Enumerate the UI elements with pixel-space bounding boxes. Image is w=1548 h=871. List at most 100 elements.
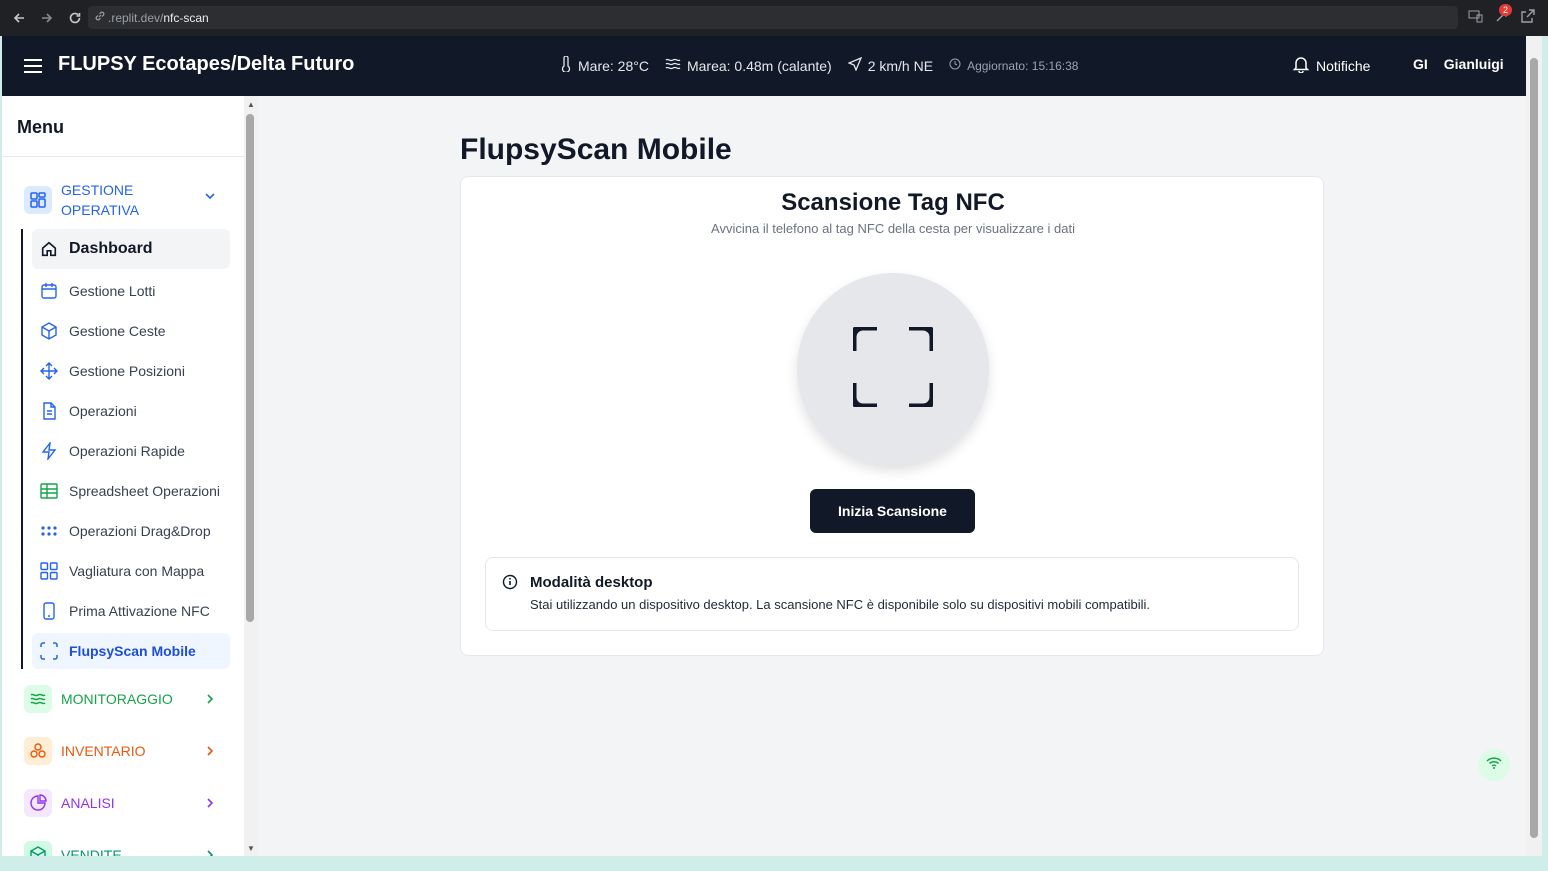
table-icon <box>40 482 58 500</box>
move-icon <box>40 362 58 380</box>
app-title: FLUPSY Ecotapes/Delta Futuro <box>58 53 355 75</box>
card-title: Scansione Tag NFC <box>781 189 1005 216</box>
sidebar-item-label: Operazioni <box>69 403 137 419</box>
connection-status-button[interactable] <box>1478 749 1510 781</box>
waves-icon <box>665 57 681 74</box>
desktop-mode-alert: Modalità desktop Stai utilizzando un dis… <box>485 557 1299 631</box>
last-updated: Aggiornato: 15:16:38 <box>967 58 1079 73</box>
group-label: ANALISI <box>61 795 115 811</box>
page-title: FlupsyScan Mobile <box>460 133 732 166</box>
boxes-icon <box>24 737 52 765</box>
chevron-right-icon[interactable] <box>204 849 216 856</box>
lightning-icon <box>40 442 58 460</box>
tools-icon[interactable]: 2 <box>1494 4 1512 29</box>
scroll-down-icon[interactable]: ▼ <box>245 844 257 854</box>
chevron-right-icon[interactable] <box>204 797 216 812</box>
notifications-label: Notifiche <box>1316 57 1371 74</box>
sidebar-item-label: Prima Attivazione NFC <box>69 603 210 619</box>
sidebar-item-dashboard[interactable]: Dashboard <box>32 229 230 269</box>
layout-grid-icon <box>24 186 52 214</box>
sidebar-heading: Menu <box>2 96 257 157</box>
sidebar-item-operazioni[interactable]: Operazioni <box>32 393 230 429</box>
group-analisi[interactable]: ANALISI <box>24 789 115 817</box>
wifi-icon <box>1486 756 1502 775</box>
scan-area[interactable] <box>797 273 989 465</box>
scan-icon <box>40 642 58 660</box>
group-vendite[interactable]: VENDITE <box>24 841 122 856</box>
main-content: FlupsyScan Mobile Scansione Tag NFC Avvi… <box>260 96 1526 856</box>
sidebar-item-operazioni-rapide[interactable]: Operazioni Rapide <box>32 433 230 469</box>
user-menu[interactable]: GI Gianluigi <box>1413 56 1504 72</box>
chevron-down-icon[interactable] <box>204 190 216 205</box>
info-icon <box>502 574 518 595</box>
tide-level: Marea: 0.48m (calante) <box>686 57 832 74</box>
sidebar-item-label: Spreadsheet Operazioni <box>69 483 220 499</box>
start-scan-button[interactable]: Inizia Scansione <box>810 489 975 533</box>
devices-icon[interactable] <box>1468 8 1484 29</box>
group-monitoraggio[interactable]: MONITORAGGIO <box>24 685 173 713</box>
app-window: FLUPSY Ecotapes/Delta Futuro Mare: 28°C … <box>2 36 1526 856</box>
url-host: .replit.dev/ <box>108 10 164 25</box>
sidebar-item-prima-attivazione-nfc[interactable]: Prima Attivazione NFC <box>32 593 230 629</box>
file-text-icon <box>40 402 58 420</box>
address-bar[interactable]: .replit.dev/nfc-scan <box>88 6 1458 29</box>
group-label: MONITORAGGIO <box>61 691 173 707</box>
sidebar-item-gestione-posizioni[interactable]: Gestione Posizioni <box>32 353 230 389</box>
sidebar-item-label: Operazioni Rapide <box>69 443 185 459</box>
bell-icon <box>1292 55 1310 76</box>
sidebar-item-vagliatura-mappa[interactable]: Vagliatura con Mappa <box>32 553 230 589</box>
thermometer-icon <box>560 55 572 75</box>
sidebar-item-label: Gestione Lotti <box>69 283 156 299</box>
chevron-right-icon[interactable] <box>204 693 216 708</box>
group-label: GESTIONE OPERATIVA <box>61 182 140 218</box>
menu-icon[interactable] <box>22 55 44 77</box>
sidebar-item-label: Vagliatura con Mappa <box>69 563 205 579</box>
url-path: nfc-scan <box>163 10 209 25</box>
subnav-line <box>21 229 23 669</box>
waves-icon <box>24 685 52 713</box>
smartphone-icon <box>40 602 58 620</box>
package-icon <box>24 841 52 856</box>
group-gestione-operativa[interactable]: GESTIONE OPERATIVA <box>24 180 224 220</box>
chevron-right-icon[interactable] <box>204 745 216 760</box>
sea-temperature: Mare: 28°C <box>578 57 649 74</box>
box-icon <box>40 322 58 340</box>
sidebar-scroll-thumb[interactable] <box>246 114 254 622</box>
browser-actions: 2 <box>1468 4 1536 29</box>
card-subtitle: Avvicina il telefono al tag NFC della ce… <box>711 221 1075 236</box>
user-name: Gianluigi <box>1443 56 1504 72</box>
navigation-icon <box>846 56 862 74</box>
tools-badge: 2 <box>1498 4 1512 16</box>
pie-chart-icon <box>24 789 52 817</box>
page-scroll-thumb[interactable] <box>1530 58 1538 838</box>
clock-icon <box>949 58 961 73</box>
scroll-up-icon[interactable]: ▲ <box>245 100 257 110</box>
group-inventario[interactable]: INVENTARIO <box>24 737 146 765</box>
sidebar-item-label: FlupsyScan Mobile <box>69 643 196 659</box>
sidebar-item-flupsyscan-mobile[interactable]: FlupsyScan Mobile <box>32 633 230 669</box>
link-icon <box>94 10 106 25</box>
sidebar-item-operazioni-dragdrop[interactable]: Operazioni Drag&Drop <box>32 513 230 549</box>
reload-icon[interactable] <box>62 5 88 31</box>
sidebar: Menu GESTIONE OPERATIVA Dashboard Gestio… <box>2 96 258 856</box>
alert-title: Modalità desktop <box>530 574 653 591</box>
browser-toolbar: .replit.dev/nfc-scan 2 <box>0 0 1548 36</box>
nfc-scan-card: Scansione Tag NFC Avvicina il telefono a… <box>460 176 1324 656</box>
notifications-button[interactable]: Notifiche <box>1292 55 1370 76</box>
calendar-icon <box>40 282 58 300</box>
sidebar-item-label: Gestione Ceste <box>69 323 166 339</box>
group-label: INVENTARIO <box>61 743 146 759</box>
home-icon <box>40 240 58 258</box>
sidebar-item-gestione-lotti[interactable]: Gestione Lotti <box>32 273 230 309</box>
avatar: GI <box>1413 56 1428 72</box>
sidebar-item-spreadsheet-operazioni[interactable]: Spreadsheet Operazioni <box>32 473 230 509</box>
grip-icon <box>40 522 58 540</box>
back-icon[interactable] <box>6 5 32 31</box>
sidebar-item-gestione-ceste[interactable]: Gestione Ceste <box>32 313 230 349</box>
sidebar-item-label: Operazioni Drag&Drop <box>69 523 211 539</box>
external-link-icon[interactable] <box>1520 8 1536 29</box>
scan-icon <box>849 323 937 412</box>
group-label: VENDITE <box>61 847 122 856</box>
forward-icon[interactable] <box>34 5 60 31</box>
alert-text: Stai utilizzando un dispositivo desktop.… <box>530 597 1150 612</box>
